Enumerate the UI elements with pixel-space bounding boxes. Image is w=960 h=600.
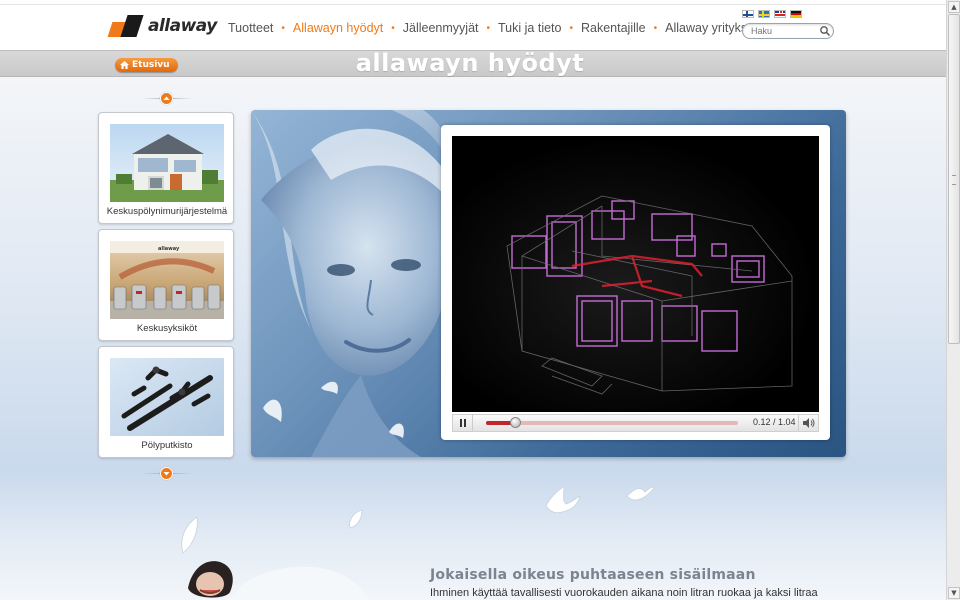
product-card-keskuspolynimurijarjestelma[interactable]: Keskuspölynimurijärjestelmä	[98, 112, 234, 224]
nav-separator: •	[486, 22, 491, 34]
main-nav: Tuotteet • Allawayn hyödyt • Jälleenmyyj…	[228, 21, 768, 35]
pause-icon[interactable]	[453, 415, 473, 431]
german-flag-icon[interactable]	[790, 10, 802, 18]
feather-icon	[349, 509, 363, 529]
volume-icon[interactable]	[798, 415, 818, 431]
language-selector	[742, 10, 802, 18]
video-controls: 0.12 / 1.04	[452, 414, 819, 432]
nav-item-rakentajille[interactable]: Rakentajille	[581, 21, 646, 35]
nav-item-tuki-ja-tieto[interactable]: Tuki ja tieto	[498, 21, 561, 35]
product-card-label: Keskuspölynimurijärjestelmä	[106, 206, 228, 217]
home-button-label: Etusivu	[132, 60, 170, 70]
product-card-keskusyksikot[interactable]: allaway Keskusyksiköt	[98, 229, 234, 341]
search-box	[742, 23, 834, 39]
carousel-down-button[interactable]	[142, 467, 192, 480]
allaway-logo[interactable]: allaway	[107, 14, 217, 38]
section-heading: Jokaisella oikeus puhtaaseen sisäilmaan	[430, 567, 756, 583]
scroll-up-icon[interactable]: ▲	[948, 1, 960, 13]
dove-icon	[545, 485, 581, 514]
nav-item-tuotteet[interactable]: Tuotteet	[228, 21, 273, 35]
arrow-down-icon	[160, 467, 173, 480]
central-units-image: allaway	[110, 241, 224, 319]
swedish-flag-icon[interactable]	[758, 10, 770, 18]
nav-separator: •	[569, 22, 573, 34]
home-icon	[120, 61, 129, 69]
video-player: 0.12 / 1.04	[441, 125, 830, 440]
pipes-image	[110, 358, 224, 436]
dove-icon	[626, 486, 655, 501]
english-flag-icon[interactable]	[774, 10, 786, 18]
page: allaway Tuotteet • Allawayn hyödyt • Jäl…	[0, 0, 946, 600]
product-card-label: Pölyputkisto	[141, 440, 193, 451]
nav-item-jalleenmyyjat[interactable]: Jälleenmyyjät	[403, 21, 479, 35]
scroll-down-icon[interactable]: ▼	[948, 587, 960, 599]
house-image	[110, 124, 224, 202]
finnish-flag-icon[interactable]	[742, 10, 754, 18]
progress-bar[interactable]	[486, 417, 738, 428]
nav-separator: •	[653, 22, 658, 34]
video-screen[interactable]	[452, 136, 819, 412]
product-card-label: Keskusyksiköt	[136, 323, 198, 334]
svg-text:allaway: allaway	[158, 246, 180, 252]
vertical-scrollbar[interactable]: ▲ ▼	[946, 0, 960, 600]
logo-mark-icon	[107, 15, 144, 37]
title-bar: allawayn hyödyt Etusivu	[0, 49, 946, 77]
arrow-up-icon	[160, 92, 173, 105]
house-wireframe-image	[506, 195, 793, 395]
product-card-polyputkisto[interactable]: Pölyputkisto	[98, 346, 234, 458]
scrollbar-thumb[interactable]	[948, 14, 960, 344]
header: allaway Tuotteet • Allawayn hyödyt • Jäl…	[0, 4, 946, 50]
logo-text: allaway	[148, 16, 217, 36]
nav-separator: •	[391, 22, 395, 34]
home-button[interactable]: Etusivu	[115, 58, 178, 72]
carousel-up-button[interactable]	[142, 92, 192, 105]
section-text: Ihminen käyttää tavallisesti vuorokauden…	[430, 587, 818, 599]
child-image	[188, 561, 370, 600]
search-icon[interactable]	[819, 25, 831, 37]
nav-separator: •	[281, 22, 285, 34]
nav-item-allawayn-hyodyt[interactable]: Allawayn hyödyt	[293, 21, 383, 35]
progress-handle[interactable]	[509, 417, 521, 428]
time-display: 0.12 / 1.04	[753, 417, 796, 427]
search-input[interactable]	[751, 25, 819, 37]
